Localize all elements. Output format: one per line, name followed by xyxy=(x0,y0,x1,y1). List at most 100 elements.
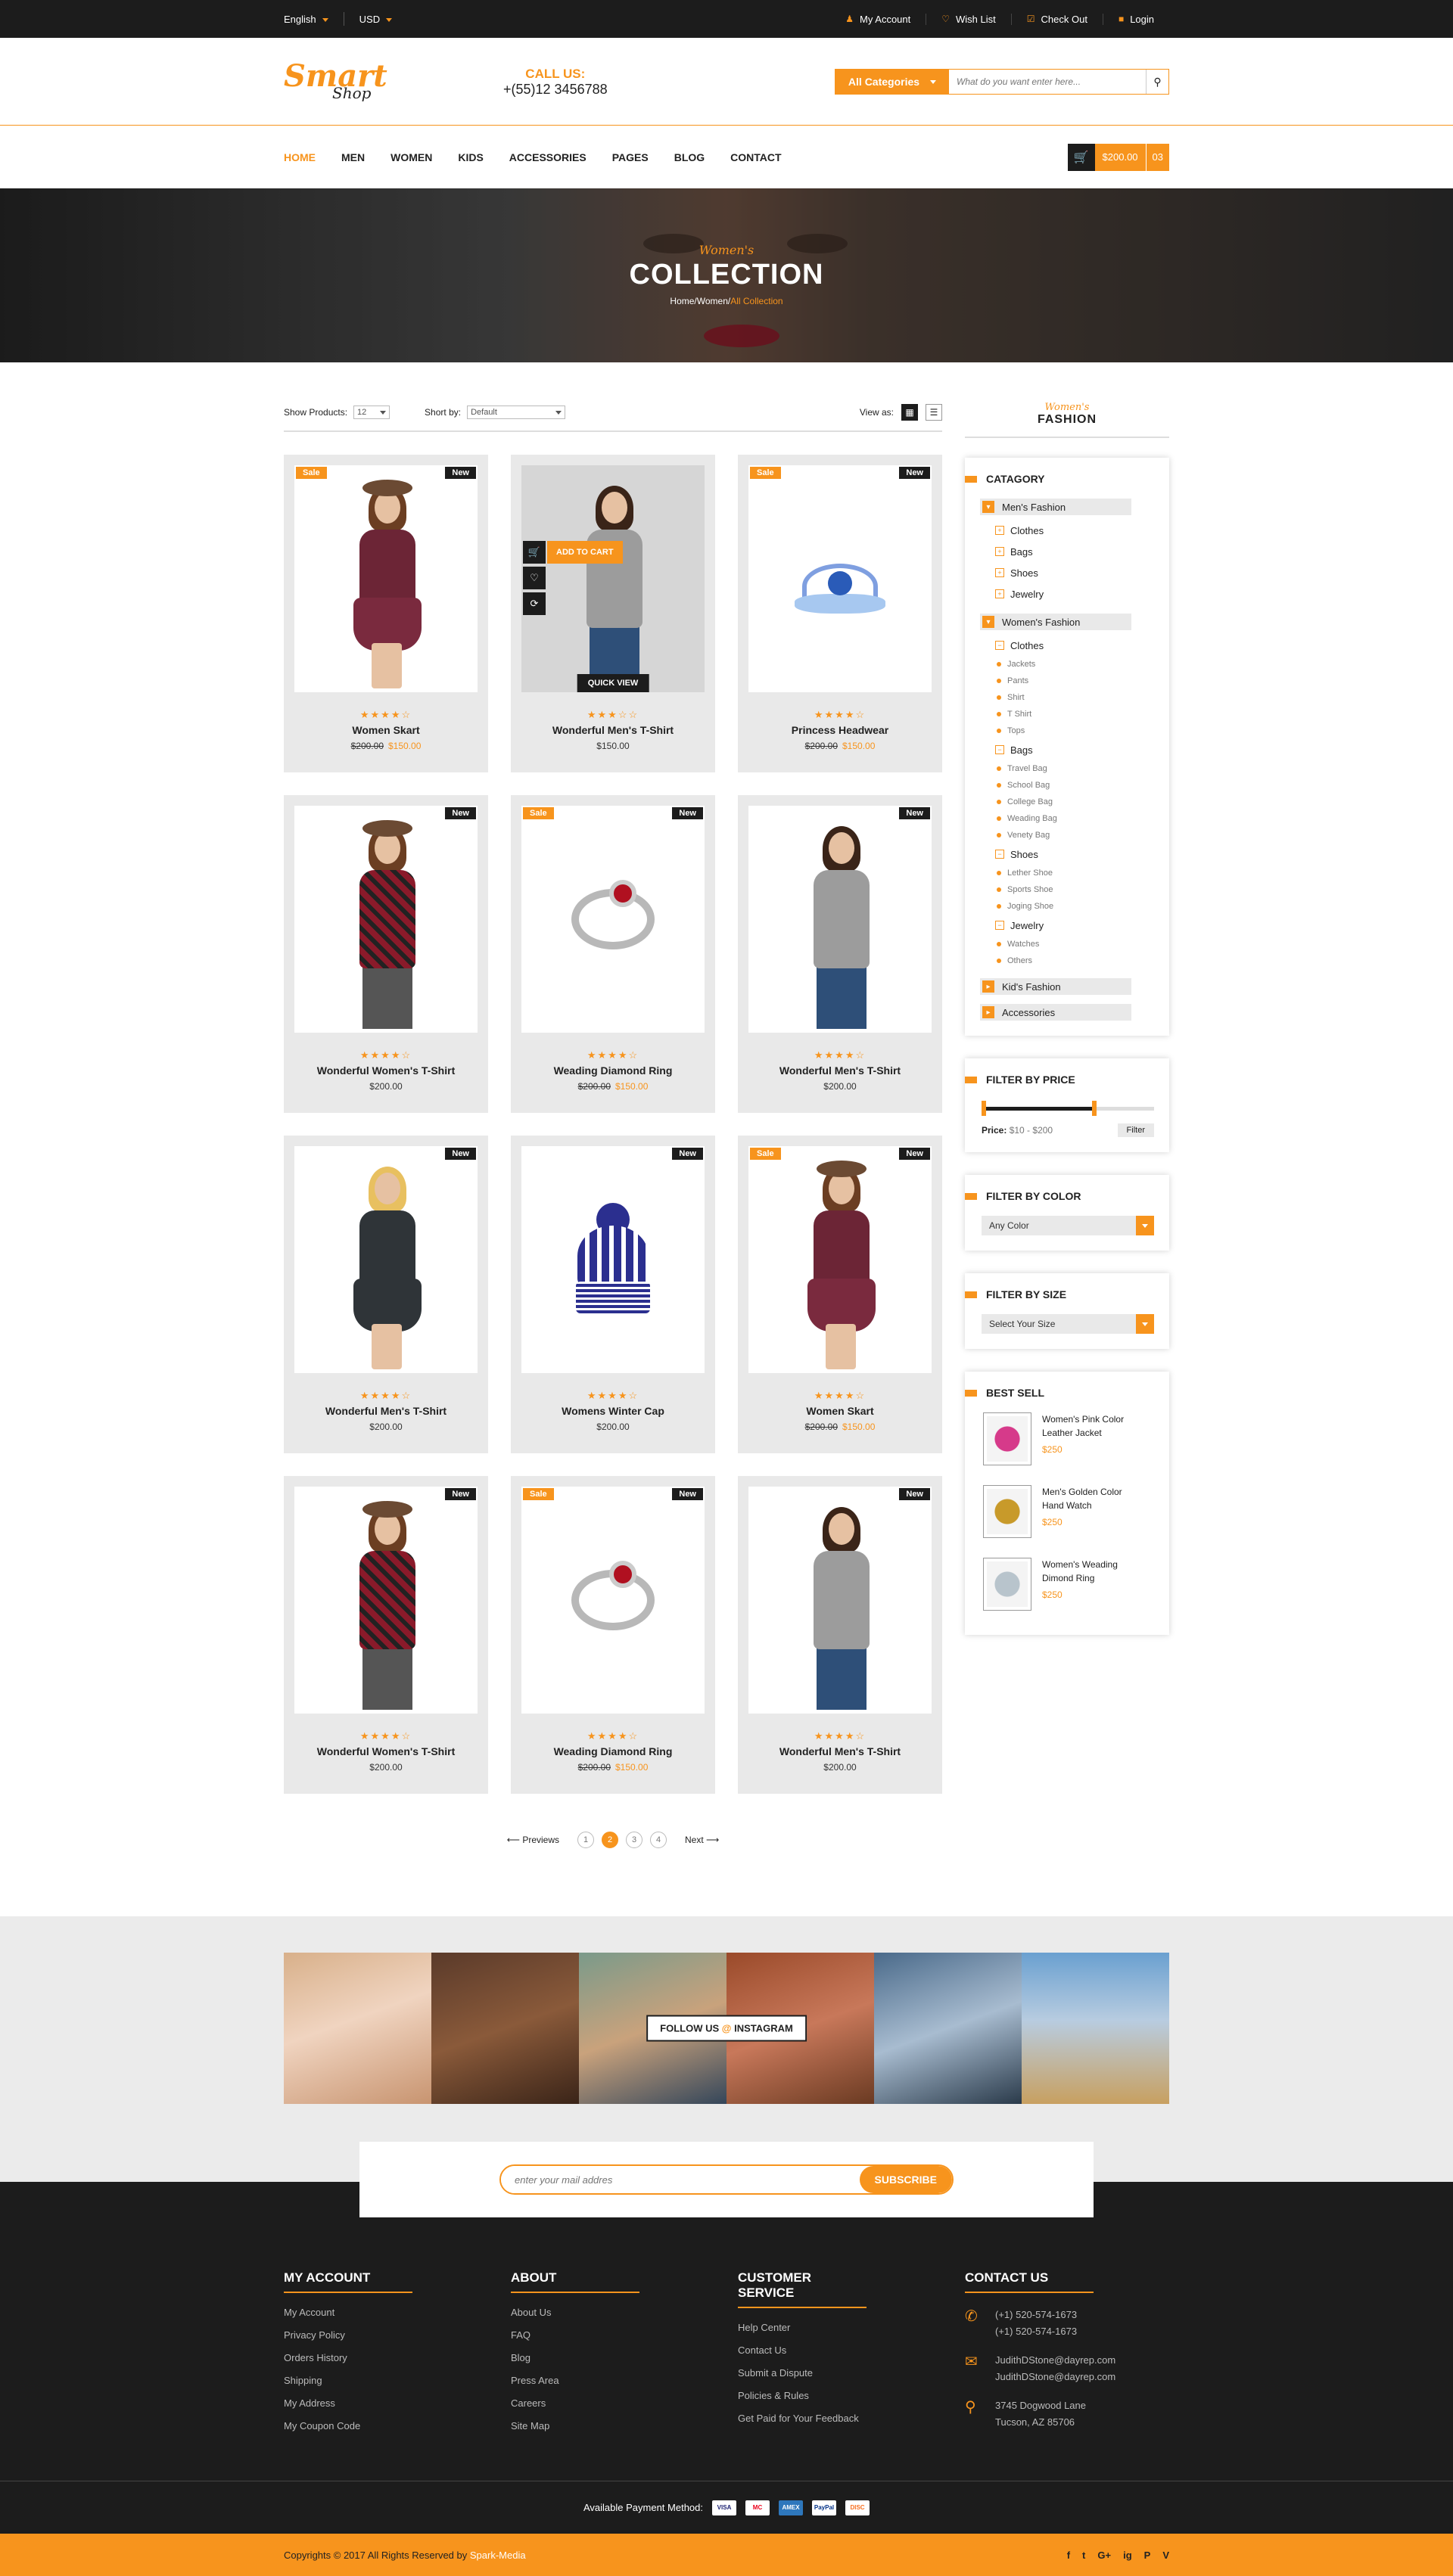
currency-select[interactable]: USD xyxy=(359,14,393,25)
check-out-link[interactable]: ☑ Check Out xyxy=(1010,13,1103,25)
instagram-icon[interactable]: ig xyxy=(1123,2550,1132,2561)
language-select[interactable]: English xyxy=(284,14,328,25)
category-womens[interactable]: ▾ Women's Fashion xyxy=(980,614,1131,630)
product-name[interactable]: Wonderful Women's T-Shirt xyxy=(294,1064,478,1077)
page-3[interactable]: 3 xyxy=(626,1832,642,1848)
compare-button[interactable]: ⟳ xyxy=(523,592,546,615)
twitter-icon[interactable]: t xyxy=(1082,2550,1085,2561)
product-name[interactable]: Wonderful Men's T-Shirt xyxy=(748,1745,932,1757)
subcategory-item[interactable]: − Bags xyxy=(995,739,1169,760)
category-link[interactable]: Watches xyxy=(997,936,1169,952)
sort-select[interactable]: Default xyxy=(467,406,566,419)
subscribe-button[interactable]: SUBSCRIBE xyxy=(859,2166,952,2193)
product-card[interactable]: Sale New ★★★★☆ Weading Diamond Ring $200.00 $… xyxy=(511,1476,715,1794)
product-name[interactable]: Weading Diamond Ring xyxy=(521,1745,705,1757)
footer-link[interactable]: My Account xyxy=(284,2307,511,2329)
product-card[interactable]: Sale New ★★★★☆ Princess Headwear $200.00 $150… xyxy=(738,455,942,772)
price-slider[interactable] xyxy=(982,1101,1154,1116)
best-sell-thumbnail[interactable] xyxy=(983,1558,1031,1611)
category-kids[interactable]: ▸ Kid's Fashion xyxy=(980,978,1131,995)
category-link[interactable]: T Shirt xyxy=(997,706,1169,722)
footer-link[interactable]: Shipping xyxy=(284,2375,511,2397)
category-link[interactable]: School Bag xyxy=(997,777,1169,794)
footer-link[interactable]: Site Map xyxy=(511,2420,738,2443)
follow-instagram-button[interactable]: FOLLOW US @ INSTAGRAM xyxy=(646,2015,807,2042)
contact-email[interactable]: JudithDStone@dayrep.com xyxy=(995,2369,1115,2385)
product-card[interactable]: New ★★★★☆ Wonderful Women's T-Shirt $200.00 xyxy=(284,795,488,1113)
best-sell-thumbnail[interactable] xyxy=(983,1412,1031,1465)
footer-link[interactable]: Privacy Policy xyxy=(284,2329,511,2352)
product-name[interactable]: Wonderful Women's T-Shirt xyxy=(294,1745,478,1757)
instagram-photo[interactable] xyxy=(431,1953,579,2104)
list-view-button[interactable]: ☰ xyxy=(926,404,942,421)
best-sell-item[interactable]: Women's Weading Dimond Ring $250 xyxy=(983,1558,1154,1611)
logo[interactable]: Smart Shop xyxy=(284,55,390,108)
category-link[interactable]: Weading Bag xyxy=(997,810,1169,827)
contact-email[interactable]: JudithDStone@dayrep.com xyxy=(995,2352,1115,2369)
grid-view-button[interactable]: ▦ xyxy=(901,404,918,421)
category-link[interactable]: Joging Shoe xyxy=(997,898,1169,915)
page-4[interactable]: 4 xyxy=(650,1832,667,1848)
footer-link[interactable]: My Address xyxy=(284,2397,511,2420)
product-name[interactable]: Weading Diamond Ring xyxy=(521,1064,705,1077)
category-link[interactable]: Lether Shoe xyxy=(997,865,1169,881)
subcategory-item[interactable]: − Shoes xyxy=(995,844,1169,865)
cart-button[interactable]: 🛒 $200.00 03 xyxy=(1067,143,1169,171)
slider-min-handle[interactable] xyxy=(982,1101,986,1116)
nav-men[interactable]: MEN xyxy=(341,151,365,163)
nav-contact[interactable]: CONTACT xyxy=(730,151,781,163)
subcategory-item[interactable]: + Shoes xyxy=(995,562,1169,583)
best-sell-item[interactable]: Women's Pink Color Leather Jacket $250 xyxy=(983,1412,1154,1465)
page-1[interactable]: 1 xyxy=(577,1832,594,1848)
footer-link[interactable]: My Coupon Code xyxy=(284,2420,511,2443)
product-name[interactable]: Women Skart xyxy=(294,724,478,736)
product-image-frame[interactable]: New xyxy=(294,1487,478,1714)
footer-link[interactable]: About Us xyxy=(511,2307,738,2329)
add-to-cart-icon-button[interactable]: 🛒 xyxy=(523,541,546,564)
page-2[interactable]: 2 xyxy=(602,1832,618,1848)
slider-max-handle[interactable] xyxy=(1092,1101,1097,1116)
login-link[interactable]: ■ Login xyxy=(1102,13,1169,25)
footer-link[interactable]: Orders History xyxy=(284,2352,511,2375)
product-name[interactable]: Womens Winter Cap xyxy=(521,1405,705,1417)
product-image-frame[interactable]: Sale New xyxy=(748,1146,932,1373)
category-link[interactable]: Pants xyxy=(997,673,1169,689)
category-link[interactable]: Jackets xyxy=(997,656,1169,673)
product-image-frame[interactable]: Sale New xyxy=(521,806,705,1033)
product-image-frame[interactable]: New xyxy=(294,1146,478,1373)
footer-link[interactable]: Contact Us xyxy=(738,2345,965,2367)
category-link[interactable]: College Bag xyxy=(997,794,1169,810)
subcategory-item[interactable]: + Jewelry xyxy=(995,583,1169,604)
nav-home[interactable]: HOME xyxy=(284,151,316,163)
instagram-photo[interactable] xyxy=(284,1953,431,2104)
nav-accessories[interactable]: ACCESSORIES xyxy=(509,151,586,163)
prev-page-button[interactable]: ⟵ Previews xyxy=(507,1835,559,1845)
product-card[interactable]: New ★★★★☆ Wonderful Men's T-Shirt $200.00 xyxy=(738,795,942,1113)
google-plus-icon[interactable]: G+ xyxy=(1097,2550,1111,2561)
category-link[interactable]: Shirt xyxy=(997,689,1169,706)
footer-link[interactable]: FAQ xyxy=(511,2329,738,2352)
subcategory-item[interactable]: − Jewelry xyxy=(995,915,1169,936)
product-image-frame[interactable]: New xyxy=(748,1487,932,1714)
category-mens[interactable]: ▾ Men's Fashion xyxy=(980,499,1131,515)
product-image-frame[interactable]: New xyxy=(748,806,932,1033)
footer-link[interactable]: Get Paid for Your Feedback xyxy=(738,2413,965,2435)
brand-link[interactable]: Spark-Media xyxy=(470,2550,526,2561)
newsletter-email-input[interactable] xyxy=(501,2166,860,2193)
category-link[interactable]: Others xyxy=(997,952,1169,969)
best-sell-thumbnail[interactable] xyxy=(983,1485,1031,1538)
product-image-frame[interactable]: Sale New xyxy=(521,1487,705,1714)
show-products-select[interactable]: 12 xyxy=(353,406,390,419)
category-link[interactable]: Travel Bag xyxy=(997,760,1169,777)
next-page-button[interactable]: Next ⟶ xyxy=(685,1835,719,1845)
category-link[interactable]: Venety Bag xyxy=(997,827,1169,844)
pinterest-icon[interactable]: P xyxy=(1144,2550,1151,2561)
nav-women[interactable]: WOMEN xyxy=(390,151,432,163)
instagram-photo[interactable] xyxy=(1022,1953,1169,2104)
vimeo-icon[interactable]: V xyxy=(1162,2550,1169,2561)
search-button[interactable]: ⚲ xyxy=(1146,70,1168,94)
category-accessories[interactable]: ▸ Accessories xyxy=(980,1004,1131,1021)
product-name[interactable]: Princess Headwear xyxy=(748,724,932,736)
product-card[interactable]: 🛒 ♡ ⟳ ADD TO CART QUICK VIEW ★★★☆☆ Wonderful M… xyxy=(511,455,715,772)
product-image-frame[interactable]: Sale New xyxy=(748,465,932,692)
